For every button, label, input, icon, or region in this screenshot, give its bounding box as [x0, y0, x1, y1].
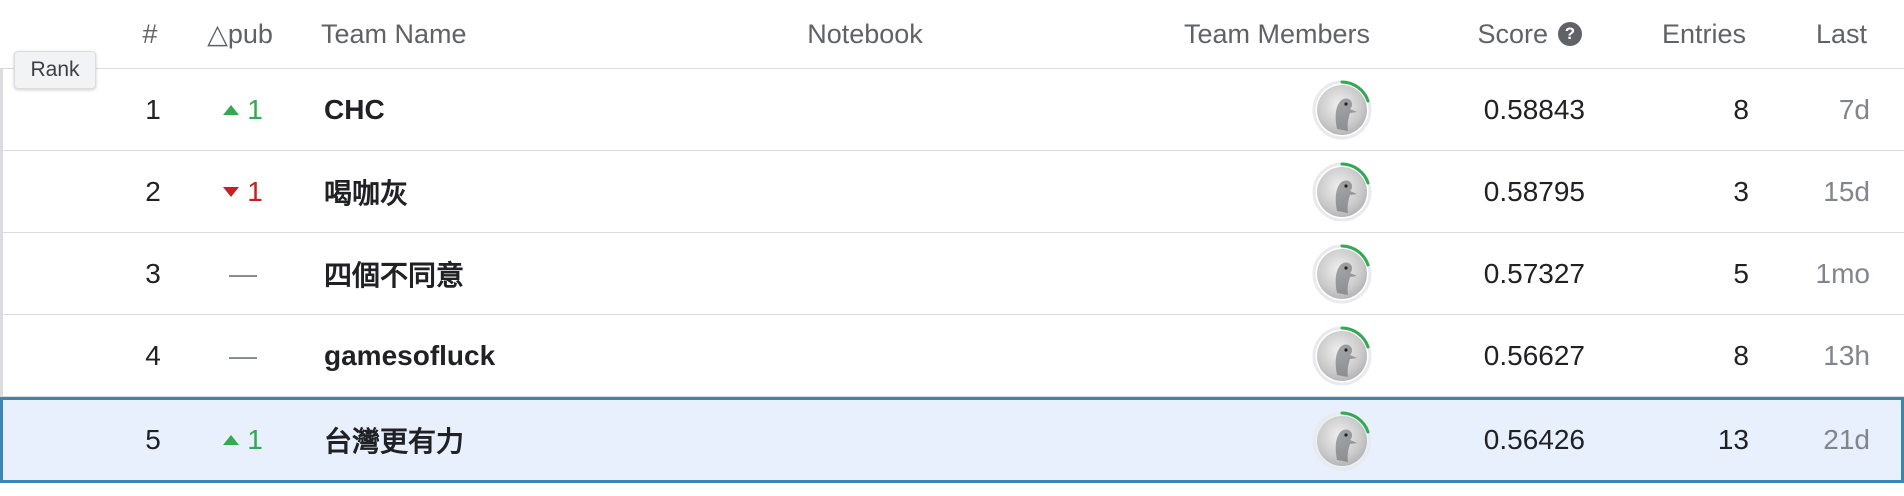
bird-avatar-icon[interactable]: [1311, 410, 1373, 472]
row-delta-value: —: [229, 257, 257, 289]
header-score[interactable]: Score ?: [1420, 0, 1582, 68]
row-score: 0.56627: [1483, 339, 1585, 371]
row-rank: 4: [145, 339, 161, 371]
row-delta: —: [193, 315, 293, 396]
bird-avatar-icon[interactable]: [1311, 161, 1373, 223]
row-team-name[interactable]: 台灣更有力: [324, 400, 744, 480]
header-team-name[interactable]: Team Name: [321, 0, 741, 68]
leaderboard-row[interactable]: 3 — 四個不同意 0.57327 5 1mo: [0, 233, 1904, 315]
row-last: 7d: [1838, 93, 1870, 125]
row-entries: 13: [1717, 424, 1749, 455]
header-last[interactable]: Last: [1760, 0, 1867, 68]
row-delta: 1: [193, 400, 293, 480]
header-notebook[interactable]: Notebook: [760, 0, 970, 68]
row-delta-value: 1: [247, 424, 263, 455]
rank-tooltip: Rank: [14, 51, 96, 89]
bird-avatar-icon[interactable]: [1311, 325, 1373, 387]
row-last: 15d: [1823, 175, 1870, 207]
row-score: 0.58843: [1483, 93, 1585, 125]
bird-avatar-icon[interactable]: [1311, 79, 1373, 141]
header-rank[interactable]: #: [120, 0, 180, 68]
row-team-name[interactable]: gamesofluck: [324, 315, 744, 396]
arrow-down-icon: [223, 186, 240, 197]
header-delta-pub[interactable]: △pub: [190, 0, 290, 68]
header-entries[interactable]: Entries: [1600, 0, 1746, 68]
row-entries: 8: [1733, 93, 1749, 125]
row-team-name[interactable]: CHC: [324, 69, 744, 150]
row-delta: —: [193, 233, 293, 314]
row-entries: 5: [1733, 257, 1749, 289]
bird-avatar-icon[interactable]: [1311, 243, 1373, 305]
row-last: 1mo: [1815, 257, 1870, 289]
leaderboard-row[interactable]: 4 — gamesofluck 0.56627 8 13h: [0, 315, 1904, 397]
row-delta-value: —: [229, 339, 257, 371]
leaderboard-header: # △pub Team Name Notebook Team Members S…: [0, 0, 1904, 69]
arrow-up-icon: [223, 435, 240, 445]
row-entries: 8: [1733, 339, 1749, 371]
row-rank: 1: [145, 93, 161, 125]
row-last: 21d: [1823, 424, 1870, 455]
row-score: 0.58795: [1483, 175, 1585, 207]
leaderboard-row[interactable]: 1 1 CHC 0.58843 8 7d: [0, 69, 1904, 151]
header-team-members[interactable]: Team Members: [1100, 0, 1370, 68]
row-delta: 1: [193, 69, 293, 150]
header-score-label: Score: [1477, 18, 1548, 49]
row-score: 0.56426: [1483, 424, 1585, 455]
row-last: 13h: [1823, 339, 1870, 371]
row-rank: 2: [145, 175, 161, 207]
row-entries: 3: [1733, 175, 1749, 207]
leaderboard: # △pub Team Name Notebook Team Members S…: [0, 0, 1904, 483]
row-team-name[interactable]: 四個不同意: [324, 233, 744, 314]
arrow-up-icon: [223, 104, 240, 115]
question-circle-icon[interactable]: ?: [1558, 22, 1582, 46]
leaderboard-row[interactable]: 5 1 台灣更有力 0.56426 13 21d: [0, 397, 1904, 483]
row-score: 0.57327: [1483, 257, 1585, 289]
row-team-name[interactable]: 喝咖灰: [324, 151, 744, 232]
row-delta-value: 1: [247, 93, 263, 125]
row-delta: 1: [193, 151, 293, 232]
row-rank: 3: [145, 257, 161, 289]
row-delta-value: 1: [247, 175, 263, 207]
row-rank: 5: [145, 424, 161, 455]
leaderboard-row[interactable]: 2 1 喝咖灰 0.58795 3 15d: [0, 151, 1904, 233]
